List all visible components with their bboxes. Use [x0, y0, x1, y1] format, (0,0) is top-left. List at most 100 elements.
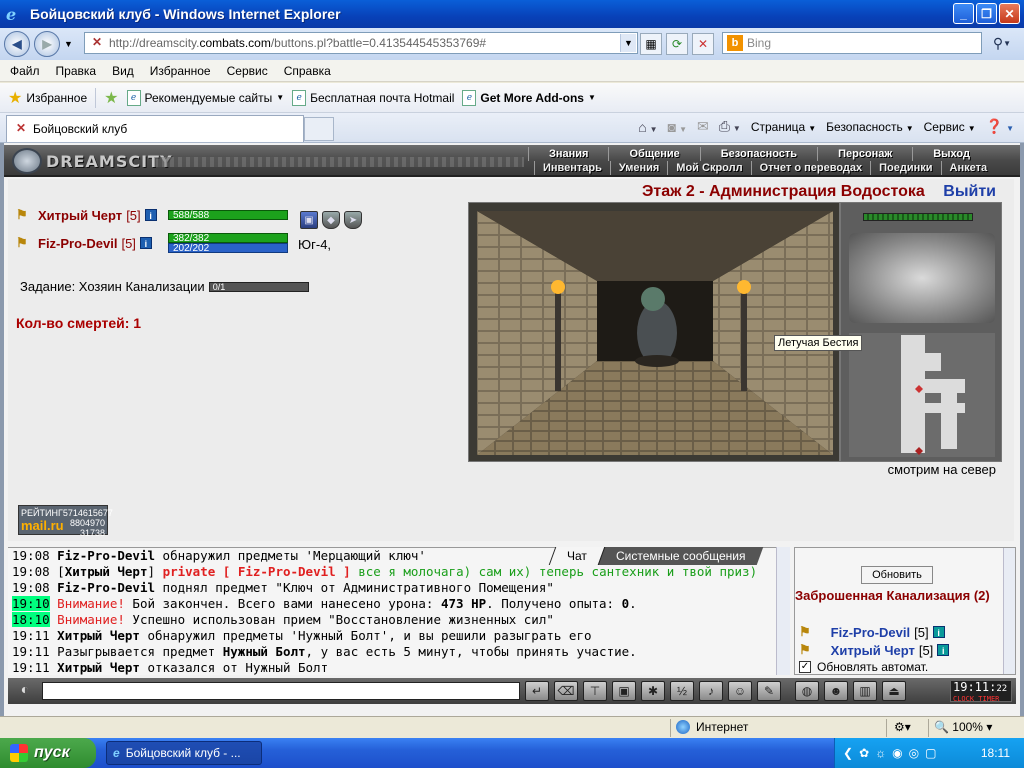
site-logo[interactable]: DREAMSCITY [12, 148, 173, 174]
nav-transfer-report[interactable]: Отчет о переводах [750, 161, 871, 175]
occupant-name[interactable]: Хитрый Черт [831, 643, 915, 658]
shield-icon[interactable]: ◆ [322, 211, 340, 229]
menu-edit[interactable]: Правка [56, 64, 97, 78]
player-name[interactable]: Хитрый Черт [38, 208, 122, 223]
tray-misc-icon[interactable]: ▢ [925, 746, 936, 760]
minimize-button[interactable]: _ [953, 3, 974, 24]
start-button[interactable]: пуск [0, 738, 96, 768]
smiley-icon[interactable]: ☺ [728, 681, 752, 701]
compass-control[interactable] [849, 233, 995, 323]
chat-nick[interactable]: Fiz-Pro-Devil [57, 580, 155, 595]
maximize-button[interactable]: ❐ [976, 3, 997, 24]
info-icon[interactable]: i [932, 626, 945, 638]
home-icon[interactable]: ⌂ ▼ [638, 119, 657, 135]
minimap[interactable] [849, 333, 995, 457]
badge-icon[interactable]: ▣ [300, 211, 318, 229]
shield-icon[interactable]: ➤ [344, 211, 362, 229]
eraser-icon[interactable]: ⌫ [554, 681, 578, 701]
new-tab-button[interactable] [304, 117, 334, 141]
tray-security-icon[interactable]: ◉ [892, 746, 902, 760]
nav-knowledge[interactable]: Знания [528, 147, 608, 161]
favorites-button[interactable]: ★ Избранное [8, 88, 87, 108]
save-icon[interactable]: ▣ [612, 681, 636, 701]
forward-button[interactable]: ▶ [34, 31, 60, 57]
page-menu[interactable]: Страница ▼ [751, 120, 816, 134]
menu-favorites[interactable]: Избранное [150, 64, 211, 78]
search-input[interactable]: b Bing [722, 32, 982, 54]
nav-inventory[interactable]: Инвентарь [534, 161, 610, 175]
chat-nick[interactable]: 473 HP [441, 596, 486, 611]
occupant-item[interactable]: ⚑ Хитрый Черт [5] i [799, 642, 950, 658]
nav-exit[interactable]: Выход [912, 147, 990, 161]
exit-icon[interactable]: ⏏ [882, 681, 906, 701]
url-dropdown-icon[interactable]: ▼ [620, 34, 636, 52]
info-icon[interactable]: i [139, 237, 152, 249]
occupant-item[interactable]: ⚑ Fiz-Pro-Devil [5] i [799, 624, 945, 640]
filter-icon[interactable]: ⊤ [583, 681, 607, 701]
tab-active[interactable]: ✕ Бойцовский клуб [6, 115, 304, 142]
help-icon[interactable]: ❓ ▼ [986, 118, 1014, 135]
nav-security[interactable]: Безопасность [699, 147, 817, 161]
sidebar-scrollbar[interactable] [1003, 548, 1015, 674]
translit-icon[interactable]: ✎ [757, 681, 781, 701]
nav-duels[interactable]: Поединки [870, 161, 940, 175]
send-icon[interactable]: ↵ [525, 681, 549, 701]
chat-nick[interactable]: Хитрый Черт [65, 564, 148, 579]
chat-log[interactable]: 19:08 Fiz-Pro-Devil обнаружил предметы '… [8, 547, 790, 675]
security-zone[interactable]: Интернет [676, 720, 748, 734]
action-icon[interactable]: ✱ [641, 681, 665, 701]
fraction-icon[interactable]: ½ [670, 681, 694, 701]
chat-nick[interactable]: Хитрый Черт [57, 660, 140, 675]
close-button[interactable]: ✕ [999, 3, 1020, 24]
chat-mode-icon[interactable]: ◐ [14, 681, 36, 701]
nav-character[interactable]: Персонаж [817, 147, 912, 161]
feeds-icon[interactable]: ◙ ▼ [668, 119, 687, 135]
protected-mode-icon[interactable]: ⚙▾ [894, 720, 911, 734]
lock-icon[interactable]: ▥ [853, 681, 877, 701]
rating-counter[interactable]: РЕЙТИНГ5714615677 mail.ru 8804970 31738 [18, 505, 113, 538]
menu-tools[interactable]: Сервис [227, 64, 268, 78]
search-icon[interactable]: ⚲ ▼ [984, 32, 1020, 54]
info-icon[interactable]: i [144, 209, 157, 221]
taskbar-item-browser[interactable]: e Бойцовский клуб - ... [106, 741, 262, 765]
menu-help[interactable]: Справка [284, 64, 331, 78]
refresh-button[interactable]: Обновить [861, 566, 933, 584]
exit-link[interactable]: Выйти [943, 183, 996, 200]
bag-icon[interactable]: ◍ [795, 681, 819, 701]
fav-hotmail[interactable]: e Бесплатная почта Hotmail [292, 89, 454, 106]
history-dropdown-icon[interactable]: ▼ [64, 39, 73, 49]
tab-chat[interactable]: Чат [548, 547, 605, 565]
refresh-icon[interactable]: ⟳ [666, 33, 688, 55]
chat-scrollbar[interactable] [776, 547, 790, 675]
url-field[interactable]: ✕ http://dreamscity.combats.com/buttons.… [84, 32, 638, 54]
menu-view[interactable]: Вид [112, 64, 134, 78]
compat-view-icon[interactable]: ▦ [640, 33, 662, 55]
sound-icon[interactable]: ♪ [699, 681, 723, 701]
tools-menu[interactable]: Сервис ▼ [924, 120, 976, 134]
mail-icon[interactable]: ✉ [697, 118, 709, 135]
nav-my-scroll[interactable]: Мой Скролл [667, 161, 750, 175]
add-favorite-icon[interactable]: ★ [104, 88, 118, 108]
user-icon[interactable]: ☻ [824, 681, 848, 701]
chat-nick[interactable]: Fiz-Pro-Devil [57, 548, 155, 563]
auto-update-checkbox[interactable]: ✓ [799, 661, 811, 673]
chat-nick[interactable]: 0 [622, 596, 630, 611]
zoom-control[interactable]: 🔍 100% ▾ [934, 720, 992, 734]
tray-arrow-icon[interactable]: ❮ [843, 746, 853, 760]
nav-profile[interactable]: Анкета [940, 161, 996, 175]
print-icon[interactable]: ⎙ ▼ [719, 118, 741, 135]
menu-file[interactable]: Файл [10, 64, 40, 78]
nav-communication[interactable]: Общение [608, 147, 699, 161]
chat-nick[interactable]: Хитрый Черт [57, 628, 140, 643]
occupant-name[interactable]: Fiz-Pro-Devil [831, 625, 910, 640]
chat-nick[interactable]: Нужный Болт [223, 644, 306, 659]
chat-input[interactable] [42, 682, 520, 700]
fav-recommended[interactable]: e Рекомендуемые сайты ▼ [126, 89, 284, 106]
nav-skills[interactable]: Умения [609, 161, 667, 175]
tray-volume-icon[interactable]: ☼ [875, 746, 886, 760]
dungeon-view[interactable] [468, 202, 840, 462]
tray-network-icon[interactable]: ✿ [859, 746, 869, 760]
player-name[interactable]: Fiz-Pro-Devil [38, 236, 117, 251]
back-button[interactable]: ◀ [4, 31, 30, 57]
fav-addons[interactable]: e Get More Add-ons ▼ [462, 89, 596, 106]
